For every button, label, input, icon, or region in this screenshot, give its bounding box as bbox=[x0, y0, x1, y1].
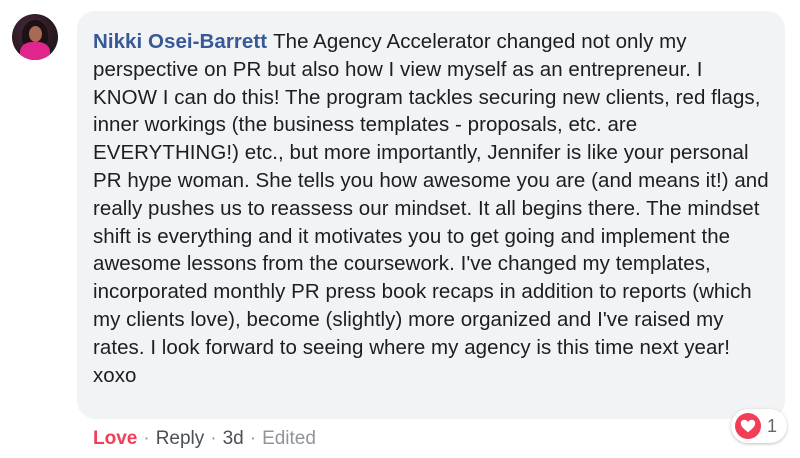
separator-dot: · bbox=[143, 428, 150, 449]
comment-container: Nikki Osei-Barrett The Agency Accelerator… bbox=[0, 0, 800, 458]
avatar[interactable] bbox=[12, 14, 58, 60]
author-name[interactable]: Nikki Osei-Barrett bbox=[93, 30, 267, 53]
comment-text: The Agency Accelerator changed not only … bbox=[93, 30, 769, 387]
edited-label[interactable]: Edited bbox=[262, 428, 316, 450]
reaction-count: 1 bbox=[767, 415, 778, 436]
comment-actions: Love · Reply · 3d · Edited bbox=[93, 428, 316, 450]
comment-bubble: Nikki Osei-Barrett The Agency Accelerator… bbox=[77, 11, 785, 419]
love-button[interactable]: Love bbox=[93, 428, 137, 450]
comment-body: Nikki Osei-Barrett The Agency Accelerator… bbox=[93, 28, 769, 389]
avatar-shirt bbox=[20, 42, 50, 60]
reply-button[interactable]: Reply bbox=[156, 428, 205, 450]
avatar-face bbox=[29, 26, 42, 42]
separator-dot: · bbox=[249, 428, 257, 449]
separator-dot: · bbox=[210, 428, 217, 449]
heart-icon bbox=[735, 413, 761, 439]
timestamp-link[interactable]: 3d bbox=[223, 428, 244, 450]
reaction-badge[interactable]: 1 bbox=[731, 409, 788, 443]
